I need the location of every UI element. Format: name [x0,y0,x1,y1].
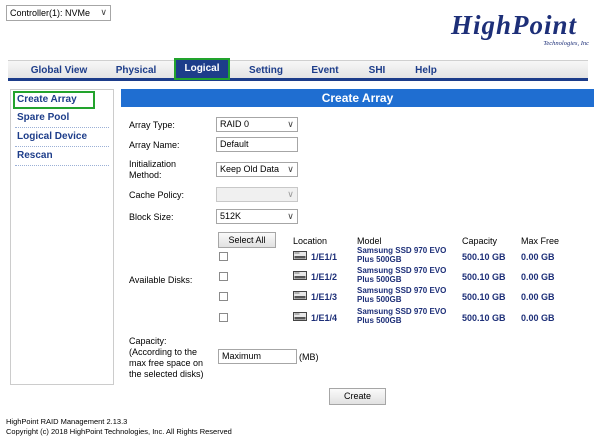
tab-event[interactable]: Event [304,61,346,80]
disk-checkbox-1[interactable] [219,252,228,261]
logo-subtitle: Technologies, Inc [543,40,589,47]
init-label-line1: Initialization [129,159,177,169]
disk-capacity: 500.10 GB [462,252,506,262]
sidebar-item-create-array[interactable]: Create Array [13,91,95,109]
main-nav: Global View Physical Logical Setting Eve… [8,58,588,81]
sidebar-item-logical-device[interactable]: Logical Device [15,128,109,147]
tab-global-view[interactable]: Global View [22,61,96,80]
footer-copyright: Copyright (c) 2018 HighPoint Technologie… [6,427,232,436]
disk-location: 1/E1/1 [311,252,338,262]
cache-policy-select[interactable]: ∨ [216,187,298,202]
disk-capacity: 500.10 GB [462,272,506,282]
controller-select-value: Controller(1): NVMe [10,8,91,18]
disk-model-line1: Samsung SSD 970 EVO [357,307,447,316]
disk-model-line2: Plus 500GB [357,275,402,284]
disk-location: 1/E1/2 [311,272,338,282]
disk-model-line2: Plus 500GB [357,316,402,325]
disk-model-line1: Samsung SSD 970 EVO [357,266,447,275]
capacity-unit: (MB) [299,352,319,362]
highpoint-logo: HighPoint Technologies, Inc [451,10,591,52]
hard-disk-icon [293,251,307,260]
block-size-label: Block Size: [129,212,174,222]
init-method-label: Initialization Method: [129,159,176,181]
capacity-label-line4: the selected disks) [129,369,204,379]
disk-model-line2: Plus 500GB [357,295,402,304]
capacity-label-line1: Capacity: [129,336,167,346]
array-type-label: Array Type: [129,120,175,130]
disk-max-free: 0.00 GB [521,313,555,323]
column-capacity: Capacity [462,236,498,246]
chevron-down-icon: ∨ [284,118,297,131]
footer-version: HighPoint RAID Management 2.13.3 [6,417,128,426]
disk-model-line1: Samsung SSD 970 EVO [357,286,447,295]
block-size-select[interactable]: 512K ∨ [216,209,298,224]
array-name-label: Array Name: [129,140,180,150]
column-model: Model [357,236,382,246]
tab-logical[interactable]: Logical [174,58,230,80]
block-size-value: 512K [220,211,242,221]
hard-disk-icon [293,312,307,321]
disk-max-free: 0.00 GB [521,252,555,262]
disk-model: Samsung SSD 970 EVO Plus 500GB [357,286,461,304]
array-name-input[interactable]: Default [216,137,298,152]
controller-select[interactable]: Controller(1): NVMe ∨ [6,5,111,21]
available-disks-label: Available Disks: [129,275,193,285]
column-max-free: Max Free [521,236,560,246]
capacity-label: Capacity: (According to the max free spa… [129,336,204,380]
sidebar: Create Array Spare Pool Logical Device R… [10,89,114,385]
tab-help[interactable]: Help [406,61,446,80]
disk-max-free: 0.00 GB [521,292,555,302]
logo-name: HighPoint [451,10,578,40]
cache-policy-label: Cache Policy: [129,190,185,200]
capacity-label-line2: (According to the [129,347,198,357]
chevron-down-icon: ∨ [284,163,297,176]
array-type-select[interactable]: RAID 0 ∨ [216,117,298,132]
disk-capacity: 500.10 GB [462,292,506,302]
tab-shi[interactable]: SHI [360,61,394,80]
disk-model: Samsung SSD 970 EVO Plus 500GB [357,266,461,284]
sidebar-item-spare-pool[interactable]: Spare Pool [15,109,109,128]
disk-checkbox-3[interactable] [219,292,228,301]
disk-location: 1/E1/3 [311,292,338,302]
disk-model: Samsung SSD 970 EVO Plus 500GB [357,246,461,264]
select-all-button[interactable]: Select All [218,232,276,248]
disk-checkbox-2[interactable] [219,272,228,281]
capacity-input[interactable]: Maximum [218,349,297,364]
hard-disk-icon [293,271,307,280]
init-label-line2: Method: [129,170,162,180]
array-type-value: RAID 0 [220,119,250,129]
panel-title: Create Array [121,89,594,107]
chevron-down-icon: ∨ [100,7,107,17]
sidebar-item-rescan[interactable]: Rescan [15,147,109,166]
chevron-down-icon: ∨ [284,210,297,223]
create-button[interactable]: Create [329,388,386,405]
disk-model-line2: Plus 500GB [357,255,402,264]
tab-setting[interactable]: Setting [238,61,294,80]
init-method-select[interactable]: Keep Old Data ∨ [216,162,298,177]
init-method-value: Keep Old Data [220,164,280,174]
disk-model-line1: Samsung SSD 970 EVO [357,246,447,255]
disk-checkbox-4[interactable] [219,313,228,322]
disk-model: Samsung SSD 970 EVO Plus 500GB [357,307,461,325]
chevron-down-icon: ∨ [284,188,297,201]
hard-disk-icon [293,291,307,300]
disk-location: 1/E1/4 [311,313,338,323]
capacity-label-line3: max free space on [129,358,204,368]
tab-physical[interactable]: Physical [106,61,166,80]
disk-capacity: 500.10 GB [462,313,506,323]
column-location: Location [293,236,328,246]
disk-max-free: 0.00 GB [521,272,555,282]
